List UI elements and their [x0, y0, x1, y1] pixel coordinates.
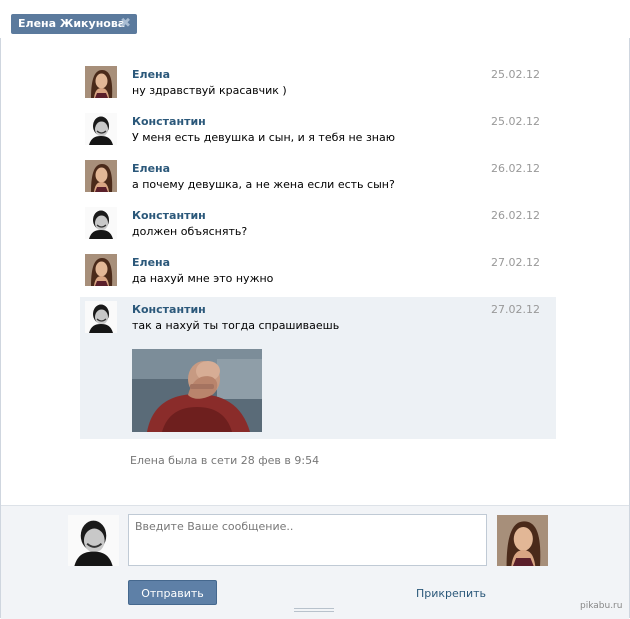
message-item: Константин 26.02.12 должен объяснять?: [80, 203, 556, 245]
attach-link[interactable]: Прикрепить: [416, 587, 486, 600]
male-avatar[interactable]: [85, 207, 117, 239]
male-avatar[interactable]: [68, 515, 119, 566]
message-item-selected[interactable]: Константин 27.02.12 так а нахуй ты тогда…: [80, 297, 556, 439]
send-button[interactable]: Отправить: [128, 580, 217, 605]
message-item: Елена 27.02.12 да нахуй мне это нужно: [80, 250, 556, 292]
message-date: 26.02.12: [491, 209, 540, 222]
female-avatar[interactable]: [497, 515, 548, 566]
message-date: 25.02.12: [491, 68, 540, 81]
message-author[interactable]: Елена: [132, 68, 170, 81]
tab-conversation[interactable]: Елена Жикунова ✖: [11, 14, 137, 34]
female-avatar[interactable]: [85, 254, 117, 286]
message-author[interactable]: Константин: [132, 209, 206, 222]
message-author[interactable]: Елена: [132, 256, 170, 269]
tab-bar: Елена Жикунова ✖: [0, 0, 630, 38]
message-item: Елена 26.02.12 а почему девушка, а не же…: [80, 156, 556, 198]
message-text: У меня есть девушка и сын, и я тебя не з…: [132, 131, 395, 144]
message-date: 27.02.12: [491, 256, 540, 269]
message-text: да нахуй мне это нужно: [132, 272, 274, 285]
message-date: 26.02.12: [491, 162, 540, 175]
message-text: так а нахуй ты тогда спрашиваешь: [132, 319, 340, 332]
message-date: 25.02.12: [491, 115, 540, 128]
composer: Отправить Прикрепить: [1, 505, 629, 619]
watermark: pikabu.ru: [580, 601, 623, 611]
message-text: ну здравствуй красавчик ): [132, 84, 287, 97]
message-text: должен объяснять?: [132, 225, 248, 238]
male-avatar[interactable]: [85, 301, 117, 333]
close-icon[interactable]: ✖: [120, 16, 131, 31]
message-item: Елена 25.02.12 ну здравствуй красавчик ): [80, 62, 556, 104]
message-date: 27.02.12: [491, 303, 540, 316]
female-avatar[interactable]: [85, 160, 117, 192]
male-avatar[interactable]: [85, 113, 117, 145]
message-author[interactable]: Константин: [132, 115, 206, 128]
message-item: Константин 25.02.12 У меня есть девушка …: [80, 109, 556, 151]
tab-title: Елена Жикунова: [18, 17, 126, 30]
facepalm-photo[interactable]: [132, 349, 262, 432]
resize-grip[interactable]: [294, 608, 334, 614]
online-status: Елена была в сети 28 фев в 9:54: [130, 454, 320, 467]
message-text: а почему девушка, а не жена если есть сы…: [132, 178, 395, 191]
message-input[interactable]: [128, 514, 487, 566]
female-avatar[interactable]: [85, 66, 117, 98]
message-author[interactable]: Константин: [132, 303, 206, 316]
message-author[interactable]: Елена: [132, 162, 170, 175]
